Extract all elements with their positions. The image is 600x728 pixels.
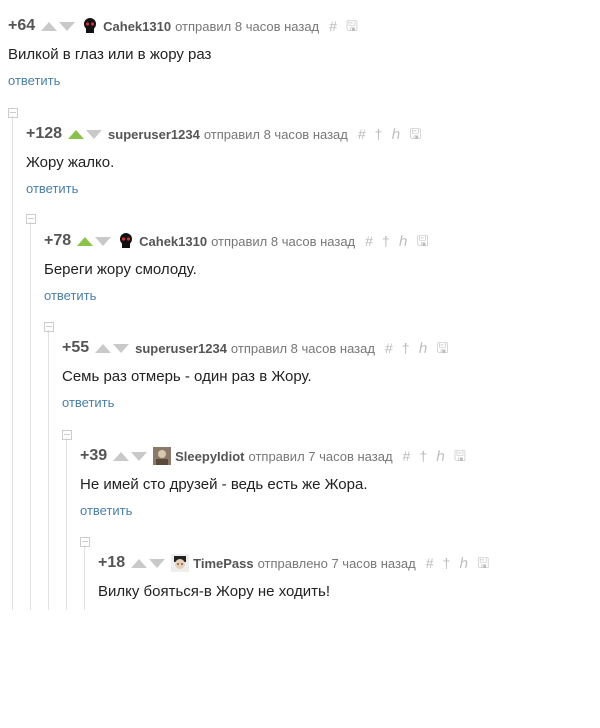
comment-rating: +128 [26, 125, 63, 142]
comment-header: +64 Cahek1310 отправил 8 часов назад # 🖫 [8, 16, 367, 36]
save-icon[interactable]: 🖫 [454, 449, 466, 463]
downvote-icon[interactable] [59, 21, 76, 31]
upvote-icon[interactable] [95, 343, 112, 353]
username[interactable]: SleepyIdiot [175, 449, 244, 464]
reply-link[interactable]: ответить [80, 503, 132, 518]
reply-link[interactable]: ответить [8, 73, 60, 88]
comment-timestamp: отправил 8 часов назад [211, 233, 356, 249]
arrow-up-icon[interactable]: † [443, 556, 451, 570]
comment-text: Семь раз отмерь - один раз в Жору. [62, 368, 312, 385]
arrow-up-icon[interactable]: † [382, 234, 390, 248]
comment-timestamp: отправил 8 часов назад [175, 18, 320, 34]
save-icon[interactable]: 🖫 [477, 556, 489, 570]
save-icon[interactable]: 🖫 [436, 341, 448, 355]
vote-controls [41, 21, 76, 31]
thread-line [66, 438, 67, 610]
downvote-icon[interactable] [113, 343, 130, 353]
arrow-up-icon[interactable]: † [375, 127, 383, 141]
comment-rating: +18 [98, 554, 126, 571]
branch-icon[interactable]: ℎ [436, 449, 445, 463]
photo-avatar[interactable] [153, 447, 172, 465]
comment-header: +128 superuser1234 отправил 8 часов наза… [26, 124, 430, 144]
username[interactable]: Cahek1310 [139, 234, 207, 249]
downvote-icon[interactable] [131, 451, 148, 461]
face-avatar[interactable] [171, 554, 190, 572]
username[interactable]: TimePass [193, 556, 253, 571]
comment-timestamp: отправил 7 часов назад [248, 448, 393, 464]
username[interactable]: superuser1234 [135, 341, 227, 356]
branch-icon[interactable]: ℎ [419, 341, 428, 355]
hash-icon[interactable]: # [358, 127, 366, 141]
collapse-toggle[interactable] [44, 322, 54, 332]
hash-icon[interactable]: # [426, 556, 434, 570]
comment-text: Не имей сто друзей - ведь есть же Жора. [80, 476, 368, 493]
branch-icon[interactable]: ℎ [399, 234, 408, 248]
hash-icon[interactable]: # [329, 19, 337, 33]
collapse-toggle[interactable] [8, 108, 18, 118]
reply-link[interactable]: ответить [62, 395, 114, 410]
thread-line [30, 222, 31, 610]
comment-rating: +64 [8, 17, 36, 34]
collapse-toggle[interactable] [80, 537, 90, 547]
skull-avatar[interactable] [117, 232, 135, 250]
comment-header: +55 superuser1234 отправил 8 часов назад… [62, 338, 457, 358]
downvote-icon[interactable] [86, 129, 103, 139]
vote-controls [68, 129, 103, 139]
upvote-icon[interactable] [113, 451, 130, 461]
thread-line [12, 116, 13, 610]
comment-text: Береги жору смолоду. [44, 261, 197, 278]
save-icon[interactable]: 🖫 [409, 127, 421, 141]
comment-text: Жору жалко. [26, 154, 115, 171]
collapse-toggle[interactable] [26, 214, 36, 224]
username[interactable]: Cahek1310 [103, 19, 171, 34]
reply-link[interactable]: ответить [26, 181, 78, 196]
upvote-icon[interactable] [41, 21, 58, 31]
branch-icon[interactable]: ℎ [391, 127, 400, 141]
vote-controls [77, 236, 112, 246]
upvote-icon[interactable] [68, 129, 85, 139]
comment-timestamp: отправил 8 часов назад [203, 126, 348, 142]
comment-timestamp: отправлено 7 часов назад [257, 555, 416, 571]
comment-header: +78 Cahek1310 отправил 8 часов назад # †… [44, 231, 438, 251]
arrow-up-icon[interactable]: † [402, 341, 410, 355]
comment-header: +39 SleepyIdiot отправил 7 часов назад #… [80, 446, 475, 466]
save-icon[interactable]: 🖫 [417, 234, 429, 248]
hash-icon[interactable]: # [403, 449, 411, 463]
hash-icon[interactable]: # [385, 341, 393, 355]
downvote-icon[interactable] [95, 236, 112, 246]
thread-line [48, 330, 49, 610]
branch-icon[interactable]: ℎ [459, 556, 468, 570]
comment-rating: +78 [44, 232, 72, 249]
collapse-toggle[interactable] [62, 430, 72, 440]
arrow-up-icon[interactable]: † [419, 449, 427, 463]
vote-controls [113, 451, 148, 461]
comment-header: +18 TimePass отправлено 7 часов назад # … [98, 553, 498, 573]
reply-link[interactable]: ответить [44, 288, 96, 303]
username[interactable]: superuser1234 [108, 127, 200, 142]
comment-text: Вилкой в глаз или в жору раз [8, 46, 212, 63]
comment-text: Вилку бояться-в Жору не ходить! [98, 583, 331, 600]
upvote-icon[interactable] [131, 558, 148, 568]
skull-avatar[interactable] [81, 17, 99, 35]
comment-rating: +39 [80, 447, 108, 464]
comment-timestamp: отправил 8 часов назад [230, 340, 375, 356]
upvote-icon[interactable] [77, 236, 94, 246]
vote-controls [95, 343, 130, 353]
comment-rating: +55 [62, 339, 90, 356]
hash-icon[interactable]: # [365, 234, 373, 248]
vote-controls [131, 558, 166, 568]
downvote-icon[interactable] [149, 558, 166, 568]
save-icon[interactable]: 🖫 [346, 19, 358, 33]
thread-line [84, 545, 85, 610]
